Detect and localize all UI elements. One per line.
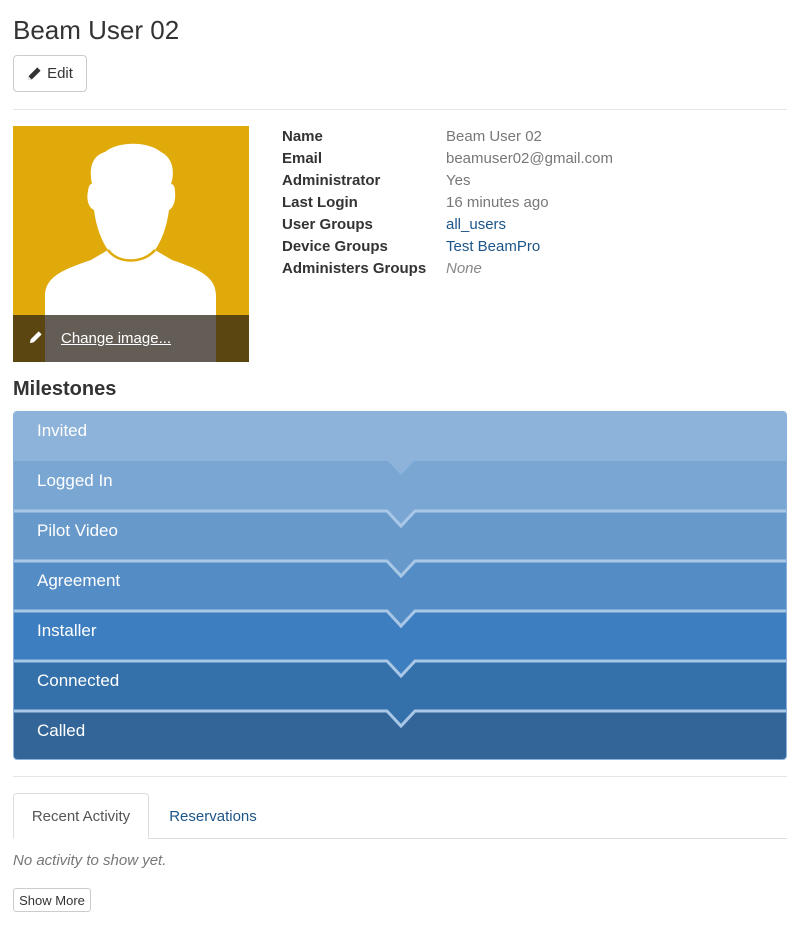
detail-row-administers-groups: Administers Groups None [282,259,613,281]
last-login-value: 16 minutes ago [446,194,549,211]
activity-tabs: Recent Activity Reservations [13,793,787,839]
milestone-label: Logged In [37,471,113,490]
detail-label: User Groups [282,216,373,233]
milestone-pilot-video: Pilot Video [14,509,786,561]
administrator-value: Yes [446,172,471,189]
milestone-arrow-icon [14,609,786,629]
milestones-panel: Invited Logged In Pilot Video Agreement … [13,411,787,760]
milestone-arrow-icon [387,460,415,475]
milestone-label: Connected [37,671,120,690]
detail-row-user-groups: User Groups all_users [282,215,613,237]
milestone-label: Agreement [37,571,121,590]
edit-button[interactable]: Edit [13,55,87,92]
divider [13,109,787,110]
milestone-installer: Installer [14,609,786,661]
milestone-arrow-icon [14,709,786,729]
tab-label: Recent Activity [31,807,131,825]
detail-row-name: Name Beam User 02 [282,127,613,149]
divider [13,776,787,777]
detail-label: Administers Groups [282,260,427,277]
milestone-arrow-icon [14,559,786,579]
tab-label: Reservations [169,807,257,825]
detail-label: Device Groups [282,238,388,255]
avatar-overlay: Change image... [13,315,249,362]
milestones-title: Milestones [13,378,117,400]
milestone-label: Invited [37,421,88,440]
milestone-called: Called [14,709,786,759]
device-group-link[interactable]: Test BeamPro [446,237,540,259]
tab-recent-activity[interactable]: Recent Activity [13,793,149,839]
email-value: beamuser02@gmail.com [446,150,613,167]
milestone-invited: Invited [14,412,786,461]
avatar: Change image... [13,126,249,362]
milestone-agreement: Agreement [14,559,786,611]
detail-row-email: Email beamuser02@gmail.com [282,149,613,171]
milestone-arrow-icon [14,659,786,679]
detail-row-administrator: Administrator Yes [282,171,613,193]
detail-label: Last Login [282,194,358,211]
show-more-button[interactable]: Show More [13,888,91,912]
tab-reservations[interactable]: Reservations [149,793,277,839]
milestone-connected: Connected [14,659,786,711]
change-image-link[interactable]: Change image... [61,330,171,347]
user-details: Name Beam User 02 Email beamuser02@gmail… [282,127,613,281]
page-title: Beam User 02 [13,15,180,45]
pencil-icon [29,330,43,347]
detail-label: Name [282,128,323,145]
administers-groups-value: None [446,260,482,277]
detail-label: Administrator [282,172,381,189]
detail-label: Email [282,150,323,167]
empty-activity-message: No activity to show yet. [13,852,167,869]
milestone-arrow-icon [14,509,786,529]
detail-row-last-login: Last Login 16 minutes ago [282,193,613,215]
milestone-label: Installer [37,621,97,640]
pencil-icon [27,66,42,81]
milestone-logged-in: Logged In [14,460,786,511]
milestone-label: Called [37,721,86,740]
milestone-label: Pilot Video [37,521,118,540]
edit-button-label: Edit [47,65,73,82]
detail-row-device-groups: Device Groups Test BeamPro [282,237,613,259]
user-group-link[interactable]: all_users [446,215,506,237]
name-value: Beam User 02 [446,128,542,145]
